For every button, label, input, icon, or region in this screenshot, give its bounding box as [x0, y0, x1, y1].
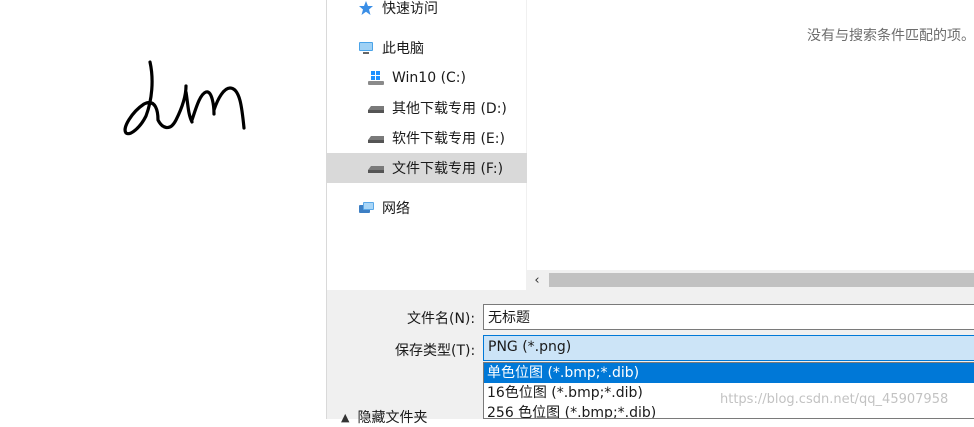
scrollbar-thumb[interactable]: [549, 273, 974, 287]
hide-folders-toggle[interactable]: ▲ 隐藏文件夹: [341, 407, 427, 427]
nav-quick-access[interactable]: 快速访问: [327, 0, 552, 23]
save-as-dialog: 快速访问 此电脑 Win10 (C:) 其他下载专用 (D:) 软件下载专用 (…: [326, 0, 974, 426]
windows-drive-icon: [367, 70, 385, 86]
empty-search-message: 没有与搜索条件匹配的项。: [807, 28, 974, 44]
horizontal-scrollbar[interactable]: ‹: [527, 270, 974, 290]
watermark-text: https://blog.csdn.net/qq_45907958: [720, 392, 949, 407]
drive-icon: [367, 130, 385, 146]
chevron-up-icon: ▲: [341, 410, 350, 424]
file-type-option[interactable]: 单色位图 (*.bmp;*.dib): [484, 363, 974, 383]
file-type-select[interactable]: PNG (*.png): [483, 335, 974, 361]
file-list-pane[interactable]: 没有与搜索条件匹配的项。 ‹: [527, 0, 974, 290]
computer-icon: [357, 40, 375, 56]
paint-canvas[interactable]: [0, 0, 326, 419]
file-type-dropdown: 单色位图 (*.bmp;*.dib) 16色位图 (*.bmp;*.dib) 2…: [483, 362, 974, 419]
file-type-label: 保存类型(T):: [395, 343, 476, 359]
filename-label: 文件名(N):: [407, 311, 476, 327]
scroll-left-icon[interactable]: ‹: [527, 270, 547, 290]
navigation-pane: 快速访问 此电脑 Win10 (C:) 其他下载专用 (D:) 软件下载专用 (…: [327, 0, 562, 290]
filename-input[interactable]: [483, 304, 974, 330]
star-icon: [357, 0, 375, 16]
hide-folders-label: 隐藏文件夹: [357, 410, 428, 426]
drive-icon: [367, 160, 385, 176]
nav-network[interactable]: 网络: [327, 193, 552, 223]
handwritten-scribble: [123, 60, 246, 136]
drive-icon: [367, 100, 385, 116]
network-icon: [357, 200, 375, 216]
nav-this-pc[interactable]: 此电脑: [327, 33, 552, 63]
